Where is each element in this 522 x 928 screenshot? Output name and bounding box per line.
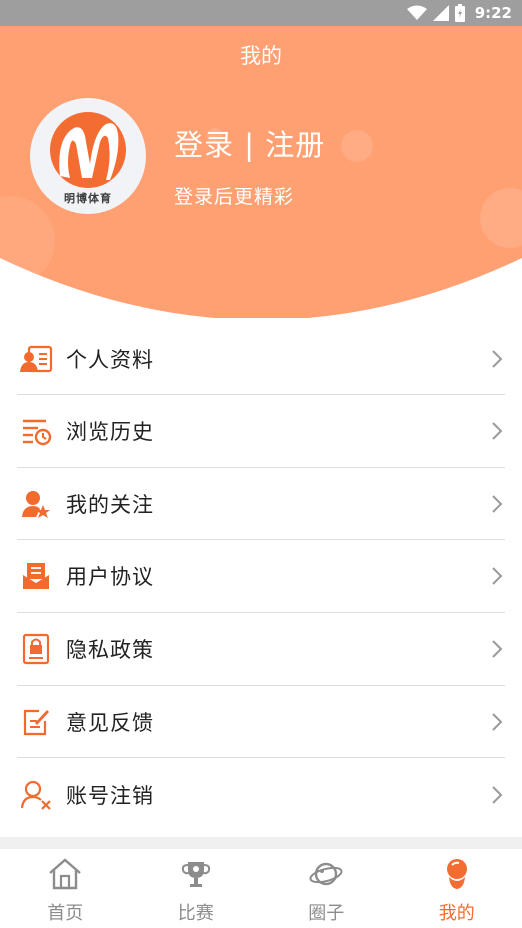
profile-card-icon xyxy=(19,342,53,376)
section-divider xyxy=(0,837,522,849)
menu-label: 意见反馈 xyxy=(66,710,154,735)
nav-label: 首页 xyxy=(47,903,84,924)
page-title: 我的 xyxy=(240,44,282,68)
planet-icon xyxy=(307,855,345,893)
user-icon xyxy=(438,855,476,893)
menu-label: 隐私政策 xyxy=(66,637,154,662)
settings-menu: 个人资料 浏览历史 我的关注 用户协议 隐私政策 意见反馈 账号注销 xyxy=(17,323,505,831)
status-bar: 9:22 xyxy=(0,0,522,26)
bottom-nav: 首页 比赛 圈子 我的 xyxy=(0,849,522,928)
nav-label: 比赛 xyxy=(177,903,214,924)
menu-item-following[interactable]: 我的关注 xyxy=(17,468,505,541)
battery-icon xyxy=(454,4,465,22)
avatar[interactable]: 明博体育 xyxy=(30,98,146,214)
menu-item-user-agreement[interactable]: 用户协议 xyxy=(17,540,505,614)
home-icon xyxy=(46,855,84,893)
menu-label: 用户协议 xyxy=(66,565,154,590)
nav-tab-circle[interactable]: 圈子 xyxy=(261,849,392,928)
chevron-right-icon xyxy=(492,786,503,804)
nav-label: 我的 xyxy=(438,903,475,924)
account-cancel-icon xyxy=(19,778,53,812)
follow-star-icon xyxy=(19,487,53,521)
chevron-right-icon xyxy=(492,349,503,368)
profile-header: 我的 明博体育 登录 | 注册 登录后更精彩 xyxy=(0,26,522,318)
login-register-link[interactable]: 登录 | 注册 xyxy=(174,122,325,164)
menu-item-history[interactable]: 浏览历史 xyxy=(17,395,505,468)
status-time: 9:22 xyxy=(474,4,512,22)
menu-label: 个人资料 xyxy=(66,347,154,372)
agreement-icon xyxy=(19,559,53,593)
nav-tab-mine[interactable]: 我的 xyxy=(392,849,522,928)
trophy-icon xyxy=(177,855,215,893)
menu-item-profile[interactable]: 个人资料 xyxy=(17,323,505,395)
chevron-right-icon xyxy=(492,494,503,513)
chevron-right-icon xyxy=(492,712,503,731)
nav-tab-matches[interactable]: 比赛 xyxy=(131,849,262,928)
chevron-right-icon xyxy=(492,567,503,585)
menu-item-delete-account[interactable]: 账号注销 xyxy=(17,758,505,831)
feedback-edit-icon xyxy=(19,705,53,739)
status-icons: 9:22 xyxy=(406,3,512,23)
avatar-brand-text: 明博体育 xyxy=(64,192,112,205)
menu-label: 浏览历史 xyxy=(66,419,154,444)
menu-label: 账号注销 xyxy=(66,783,154,808)
menu-item-privacy-policy[interactable]: 隐私政策 xyxy=(17,613,505,686)
menu-item-feedback[interactable]: 意见反馈 xyxy=(17,686,505,759)
history-icon xyxy=(19,414,53,448)
nav-tab-home[interactable]: 首页 xyxy=(0,849,131,928)
privacy-lock-icon xyxy=(19,632,53,666)
signal-icon xyxy=(432,5,449,21)
chevron-right-icon xyxy=(492,422,503,440)
wifi-icon xyxy=(406,5,427,20)
chevron-right-icon xyxy=(492,640,503,658)
nav-label: 圈子 xyxy=(308,903,345,924)
menu-label: 我的关注 xyxy=(66,492,154,517)
login-subtitle: 登录后更精彩 xyxy=(174,186,295,208)
